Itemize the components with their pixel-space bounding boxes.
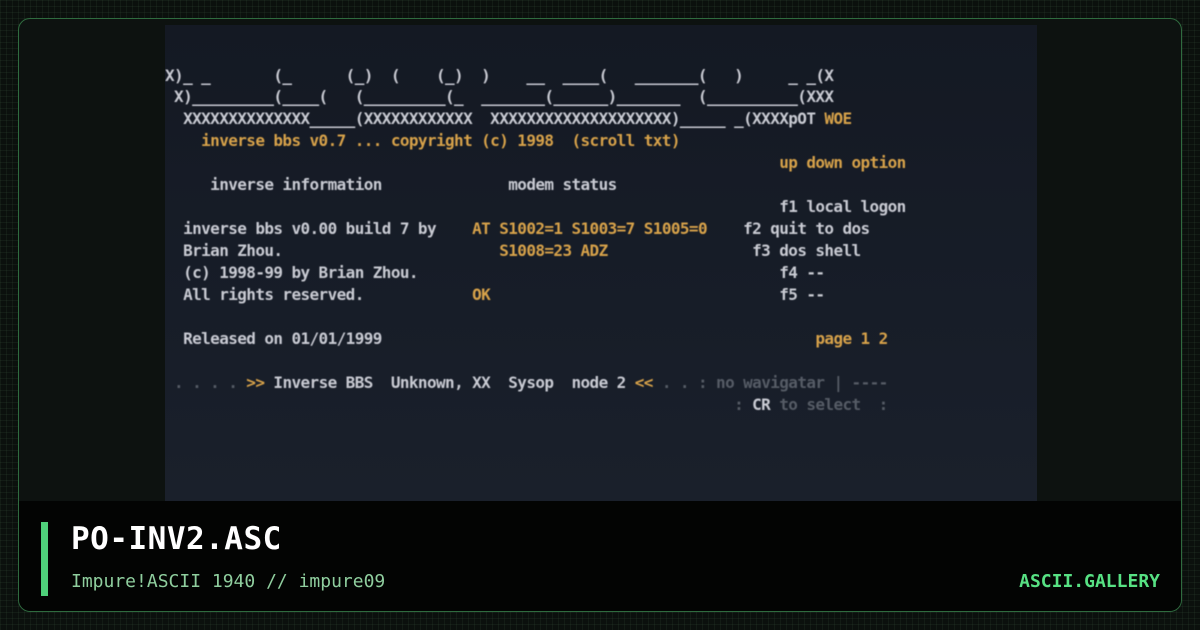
ansi-line: All rights reserved. OK f5 --: [165, 285, 825, 304]
ansi-segment: [165, 175, 210, 194]
ansi-line: up down option: [165, 154, 906, 172]
ansi-segment: S1008=23 ADZ: [499, 241, 608, 260]
ansi-line: XXXXXXXXXXXXXX_____(XXXXXXXXXXXX XXXXXXX…: [165, 110, 852, 128]
ansi-segment: :: [165, 395, 753, 414]
ansi-line: . . . . >> Inverse BBS Unknown, XX Sysop…: [165, 374, 888, 392]
ansi-line: Brian Zhou. S1008=23 ADZ f3 dos shell: [165, 242, 861, 260]
ansi-segment: (c) 1998-99 by Brian Zhou. f4 --: [165, 263, 825, 282]
ansi-art-screen: X)_ _ (_ (_) ( (_) ) __ ____( _______( )…: [165, 25, 1037, 501]
ansi-segment: Brian Zhou.: [165, 241, 500, 260]
ansi-segment: no wavigatar | ----: [716, 373, 888, 392]
ansi-line: inverse bbs v0.7 ... copyright (c) 1998 …: [165, 132, 680, 150]
ansi-line: X)_ _ (_ (_) ( (_) ) __ ____( _______( )…: [165, 66, 834, 85]
ansi-segment: inverse bbs v0.00 build 7 by: [165, 219, 473, 238]
ansi-line: f1 local logon: [165, 198, 906, 216]
ansi-line: inverse information modem status: [165, 176, 617, 194]
ansi-segment: XXXXXXXXXXXXXX_____(XXXXXXXXXXXX XXXXXXX…: [165, 109, 825, 128]
ansi-segment: OK: [472, 285, 491, 304]
site-brand-link[interactable]: ASCII.GALLERY: [1019, 571, 1160, 592]
ansi-segment: f1 local logon: [165, 197, 906, 216]
ansi-segment: . . :: [652, 373, 717, 392]
ansi-segment: WOE: [824, 109, 852, 128]
ansi-segment: [382, 175, 508, 194]
ansi-segment: Inverse BBS Unknown, XX Sysop node 2: [264, 373, 635, 392]
ansi-segment: X)_________(____( (_________(_ _______(_…: [165, 87, 834, 106]
ansi-segment: f5 --: [490, 285, 825, 304]
ansi-line: : CR to select :: [165, 396, 888, 414]
ansi-segment: f3 dos shell: [607, 241, 861, 260]
ansi-segment: up down option: [165, 153, 906, 172]
ansi-segment: modem status: [508, 175, 617, 194]
ansi-segment: . . . .: [165, 373, 247, 392]
ansi-segment: >>: [246, 373, 265, 392]
ansi-segment: page 1 2: [815, 329, 888, 348]
ansi-segment: to select :: [770, 395, 888, 414]
ansi-segment: <<: [634, 373, 654, 392]
artwork-credit: Impure!ASCII 1940 // impure09: [71, 571, 386, 592]
ansi-segment: X)_ _ (_ (_) ( (_) ) __ ____( _______( )…: [165, 66, 834, 85]
ansi-segment: CR: [752, 395, 771, 414]
accent-bar: [41, 522, 48, 596]
ansi-segment: All rights reserved.: [165, 285, 473, 304]
ansi-segment: AT S1002=1 S1003=7 S1005=0: [472, 219, 707, 238]
ansi-line: (c) 1998-99 by Brian Zhou. f4 --: [165, 263, 825, 282]
artwork-title: PO-INV2.ASC: [71, 521, 282, 557]
ansi-line: inverse bbs v0.00 build 7 by AT S1002=1 …: [165, 220, 870, 238]
ansi-line: Released on 01/01/1999 page 1 2: [165, 330, 888, 348]
ansi-segment: inverse information: [210, 175, 382, 194]
ansi-line: X)_________(____( (_________(_ _______(_…: [165, 87, 834, 106]
ansi-segment: inverse bbs v0.7 ... copyright (c) 1998 …: [165, 131, 680, 150]
gallery-card: X)_ _ (_ (_) ( (_) ) __ ____( _______( )…: [18, 18, 1182, 612]
card-footer: PO-INV2.ASC Impure!ASCII 1940 // impure0…: [19, 501, 1181, 611]
ansi-segment: f2 quit to dos: [706, 219, 870, 238]
ansi-segment: Released on 01/01/1999: [165, 329, 816, 348]
